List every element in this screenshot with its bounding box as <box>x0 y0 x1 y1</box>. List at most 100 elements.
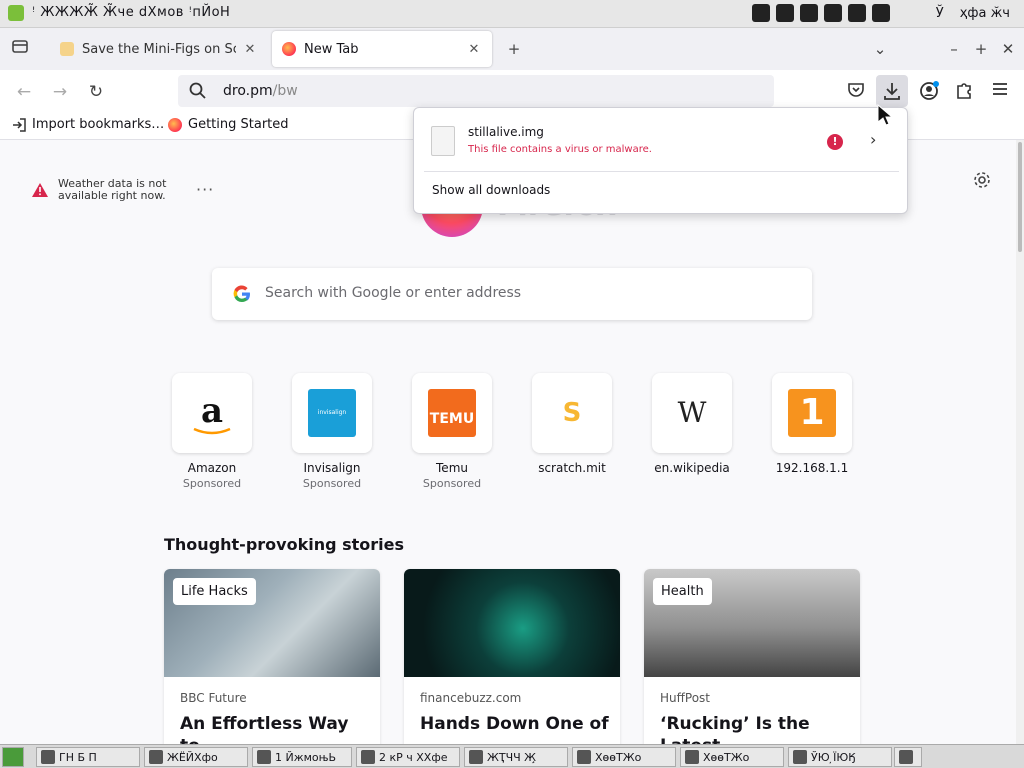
story-card[interactable]: financebuzz.com Hands Down One of <box>404 569 620 744</box>
weather-message-line2: available right now. <box>58 189 166 202</box>
top-site-amazon[interactable]: a Amazon Sponsored <box>162 373 262 490</box>
navigation-bar: ← → ↻ dro.pm/bw <box>0 70 1024 112</box>
story-tag: Health <box>653 578 712 605</box>
os-menu-icon[interactable] <box>8 5 24 21</box>
scratch-favicon-icon <box>60 42 74 56</box>
firefox-favicon-icon <box>282 42 296 56</box>
chevron-right-icon[interactable]: › <box>870 130 876 149</box>
top-site-temu[interactable]: TEMU Temu Sponsored <box>402 373 502 490</box>
terminal-icon <box>41 750 55 764</box>
story-card[interactable]: Life Hacks BBC Future An Effortless Way … <box>164 569 380 744</box>
system-tray: Ў ҳфа ӂч <box>751 4 1010 22</box>
error-icon: ! <box>827 134 843 150</box>
network-icon[interactable] <box>799 4 818 22</box>
show-all-downloads-button[interactable]: Show all downloads <box>432 183 550 197</box>
back-button[interactable]: ← <box>12 80 36 104</box>
pen-icon[interactable] <box>871 4 890 22</box>
minimize-button[interactable]: – <box>943 38 965 60</box>
update-icon[interactable] <box>823 4 842 22</box>
site-tile: TEMU <box>412 373 492 453</box>
site-tile: a <box>172 373 252 453</box>
menu-icon[interactable] <box>988 80 1012 104</box>
new-tab-button[interactable]: + <box>503 38 525 60</box>
firefox-view-icon[interactable] <box>9 37 31 59</box>
taskbar-item[interactable]: ЖҬЧЧ Ж̧ <box>464 747 568 767</box>
page-scrollbar[interactable] <box>1016 140 1024 744</box>
weather-widget: Weather data is not available right now. <box>32 178 166 202</box>
volume-icon[interactable] <box>751 4 770 22</box>
story-headline: ‘Rucking’ Is the Latest <box>660 714 810 744</box>
sponsored-label: Sponsored <box>302 477 362 490</box>
downloads-panel: stillalive.img This file contains a viru… <box>413 107 908 214</box>
clipboard-icon[interactable] <box>847 4 866 22</box>
download-filename[interactable]: stillalive.img <box>468 125 544 139</box>
top-site-wikipedia[interactable]: W en.wikipedia <box>642 373 742 475</box>
close-tab-icon[interactable]: ✕ <box>242 42 258 57</box>
import-icon <box>13 117 26 132</box>
os-top-panel: ꜝ ЖЖЖЖ̃ Ж̃че dХмов ꜝпЙоН Ў ҳфа ӂч <box>0 0 1024 28</box>
top-site-invisalign[interactable]: invisalign Invisalign Sponsored <box>282 373 382 490</box>
site-name: Temu <box>436 461 468 475</box>
story-headline: Hands Down One of <box>420 714 609 734</box>
router-logo-icon: 1 <box>788 389 836 437</box>
top-site-scratch[interactable]: S scratch.mit <box>522 373 622 475</box>
taskbar-item[interactable]: ГН Б П <box>36 747 140 767</box>
bookmark-getting-started[interactable]: Getting Started <box>168 117 289 132</box>
taskbar-item[interactable]: 1 ЙжмоњЬ <box>252 747 352 767</box>
tab-title: New Tab <box>304 41 359 57</box>
bookmark-import[interactable]: Import bookmarks… <box>12 117 164 132</box>
show-desktop-icon[interactable] <box>2 747 24 767</box>
search-placeholder: Search with Google or enter address <box>265 285 522 301</box>
story-tag: Life Hacks <box>173 578 256 605</box>
url-text[interactable]: dro.pm/bw <box>223 83 298 99</box>
keyboard-layout[interactable]: Ў <box>936 6 944 21</box>
taskbar-item[interactable]: ХөөТЖо <box>680 747 784 767</box>
app-icon <box>899 750 913 764</box>
reload-button[interactable]: ↻ <box>84 80 108 104</box>
top-site-router[interactable]: 1 192.168.1.1 <box>762 373 862 475</box>
firefox-icon <box>793 750 807 764</box>
taskbar-item[interactable]: ЎЮ ̦ЇЮӃ <box>788 747 892 767</box>
close-window-button[interactable]: ✕ <box>997 38 1019 60</box>
story-card[interactable]: Health HuffPost ‘Rucking’ Is the Latest <box>644 569 860 744</box>
site-tile: 1 <box>772 373 852 453</box>
app-icon <box>577 750 591 764</box>
account-icon[interactable] <box>917 80 941 104</box>
extensions-icon[interactable] <box>952 80 976 104</box>
close-tab-icon[interactable]: ✕ <box>466 42 482 57</box>
taskbar-item[interactable]: 2 кР ч ХХфе <box>356 747 460 767</box>
search-box[interactable]: Search with Google or enter address <box>212 268 812 320</box>
temu-logo-icon: TEMU <box>428 389 476 437</box>
stories-heading: Thought-provoking stories <box>164 535 405 554</box>
editor-icon <box>469 750 483 764</box>
os-app-launchers[interactable]: ꜝ ЖЖЖЖ̃ Ж̃че dХмов ꜝпЙоН <box>32 5 230 20</box>
file-icon <box>431 126 455 156</box>
amazon-logo-icon: a <box>188 389 236 437</box>
warning-icon <box>32 183 48 197</box>
gear-icon[interactable] <box>972 170 992 190</box>
pocket-icon[interactable] <box>844 80 868 104</box>
shield-icon[interactable] <box>775 4 794 22</box>
weather-more-button[interactable]: ··· <box>196 180 214 199</box>
taskbar-item[interactable]: ЖЁЙХфо <box>144 747 248 767</box>
invisalign-logo-icon: invisalign <box>308 389 356 437</box>
story-source: BBC Future <box>180 691 247 705</box>
scrollbar-thumb[interactable] <box>1018 142 1022 252</box>
list-tabs-button[interactable]: ⌄ <box>869 38 891 60</box>
image-viewer-icon <box>257 750 271 764</box>
clock[interactable]: ҳфа ӂч <box>960 6 1010 21</box>
folder-icon <box>361 750 375 764</box>
tab-scratch[interactable]: Save the Mini-Figs on Scratc ✕ <box>50 31 268 67</box>
tab-new-tab[interactable]: New Tab ✕ <box>272 31 492 67</box>
story-headline: An Effortless Way to <box>180 714 349 744</box>
maximize-button[interactable]: + <box>970 38 992 60</box>
downloads-button[interactable] <box>876 75 908 107</box>
wikipedia-logo-icon: W <box>677 396 707 429</box>
taskbar-item[interactable] <box>894 747 922 767</box>
url-bar[interactable]: dro.pm/bw <box>178 75 774 107</box>
bookmark-label: Import bookmarks… <box>32 117 165 132</box>
forward-button[interactable]: → <box>48 80 72 104</box>
taskbar-item[interactable]: ХөөТЖо <box>572 747 676 767</box>
download-icon <box>884 83 900 100</box>
site-name: Invisalign <box>303 461 361 475</box>
